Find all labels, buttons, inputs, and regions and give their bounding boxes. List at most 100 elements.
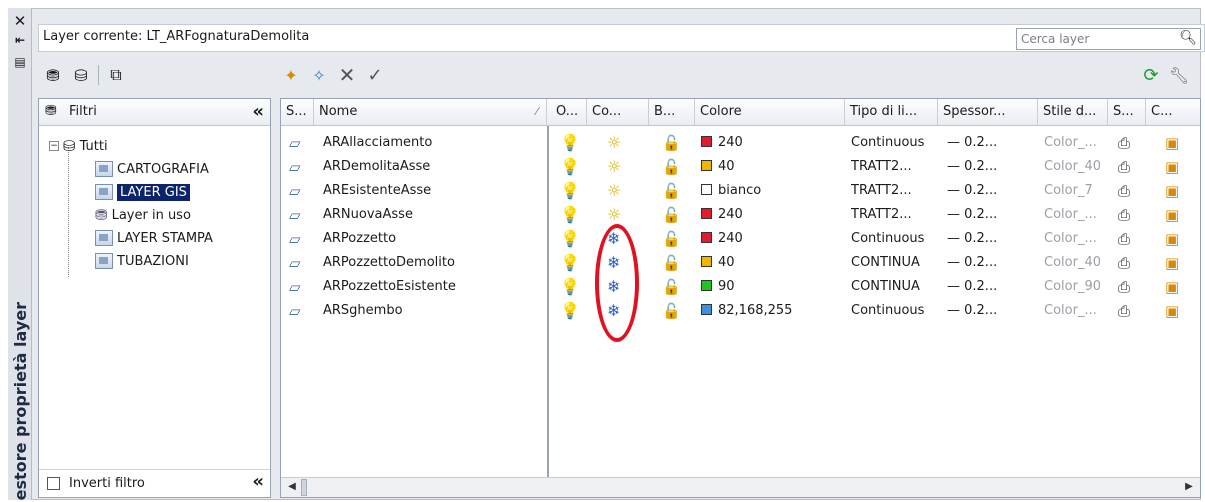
col-header-lineweight[interactable]: Spessor...	[938, 99, 1038, 126]
layer-plotstyle[interactable]: Color_...	[1044, 203, 1106, 227]
layer-row[interactable]: ▱ ARPozzettoEsistente 💡 ❄ 🔓 90 CONTINUA — 0.2..…	[281, 275, 1200, 299]
layer-plotstyle[interactable]: Color_90	[1044, 275, 1106, 299]
settings-icon[interactable]: 🔧︎	[1168, 64, 1190, 86]
unlock-icon[interactable]: 🔓	[662, 155, 684, 179]
filter-node-layer-gis[interactable]: LAYER GIS	[95, 182, 190, 202]
unlock-icon[interactable]: 🔓	[662, 275, 684, 299]
new-vp-freeze-icon[interactable]: ▣	[1165, 155, 1187, 179]
col-header-freeze[interactable]: Co...	[587, 99, 649, 126]
col-header-newvp[interactable]: C...	[1146, 99, 1200, 126]
layer-name[interactable]: ARPozzettoEsistente	[323, 275, 543, 299]
plot-icon[interactable]: ⎙	[1118, 299, 1140, 323]
plot-icon[interactable]: ⎙	[1118, 155, 1140, 179]
invert-filter-checkbox[interactable]	[47, 477, 60, 490]
layer-lineweight[interactable]: — 0.2...	[947, 299, 1035, 323]
autohide-icon[interactable]: ⇤	[11, 34, 29, 46]
layer-plotstyle[interactable]: Color_...	[1044, 131, 1106, 155]
layer-on-icon[interactable]: 💡	[560, 227, 580, 251]
layer-on-icon[interactable]: 💡	[560, 275, 580, 299]
new-property-filter-icon[interactable]: ⛃	[42, 64, 64, 86]
layer-name[interactable]: AREsistenteAsse	[323, 179, 543, 203]
layer-plotstyle[interactable]: Color_...	[1044, 299, 1106, 323]
layer-plotstyle[interactable]: Color_40	[1044, 155, 1106, 179]
layer-linetype[interactable]: TRATT2...	[851, 155, 937, 179]
layer-lineweight[interactable]: — 0.2...	[947, 275, 1035, 299]
new-layer-icon[interactable]: ✦	[280, 64, 302, 86]
layer-on-icon[interactable]: 💡	[560, 203, 580, 227]
col-header-on[interactable]: O...	[551, 99, 587, 126]
layer-name[interactable]: ARAllacciamento	[323, 131, 543, 155]
search-icon[interactable]: 🔍︎	[1179, 30, 1197, 46]
layer-color[interactable]: 240	[701, 203, 841, 227]
set-current-icon[interactable]: ✓	[364, 64, 386, 86]
properties-icon[interactable]: ▤	[11, 56, 29, 68]
new-vp-freeze-icon[interactable]: ▣	[1165, 179, 1187, 203]
plot-icon[interactable]: ⎙	[1118, 179, 1140, 203]
layer-linetype[interactable]: Continuous	[851, 299, 937, 323]
horizontal-scrollbar[interactable]: ◀ ▶	[281, 477, 1200, 497]
new-vp-freeze-icon[interactable]: ▣	[1165, 299, 1187, 323]
col-header-linetype[interactable]: Tipo di li...	[845, 99, 938, 126]
filter-node-cartografia[interactable]: CARTOGRAFIA	[95, 159, 209, 179]
layer-linetype[interactable]: TRATT2...	[851, 203, 937, 227]
layer-lineweight[interactable]: — 0.2...	[947, 227, 1035, 251]
layer-lineweight[interactable]: — 0.2...	[947, 203, 1035, 227]
filter-node-all[interactable]: − ⛁ Tutti	[49, 136, 108, 156]
layer-name[interactable]: ARNuovaAsse	[323, 203, 543, 227]
scroll-right-icon[interactable]: ▶	[1180, 479, 1198, 496]
layer-color[interactable]: 40	[701, 155, 841, 179]
layer-name[interactable]: ARSghembo	[323, 299, 543, 323]
layer-on-icon[interactable]: 💡	[560, 155, 580, 179]
col-header-color[interactable]: Colore	[695, 99, 845, 126]
layer-color[interactable]: 240	[701, 131, 841, 155]
filter-node-layer-stampa[interactable]: LAYER STAMPA	[95, 228, 213, 248]
layer-plotstyle[interactable]: Color_7	[1044, 179, 1106, 203]
col-header-lock[interactable]: B...	[649, 99, 695, 126]
plot-icon[interactable]: ⎙	[1118, 203, 1140, 227]
palette-title-bar[interactable]: ✕ ⇤ ▤ estore proprietà layer	[8, 8, 32, 500]
layer-name[interactable]: ARDemolitaAsse	[323, 155, 543, 179]
layer-on-icon[interactable]: 💡	[560, 179, 580, 203]
unlock-icon[interactable]: 🔓	[662, 299, 684, 323]
unlock-icon[interactable]: 🔓	[662, 203, 684, 227]
layer-row[interactable]: ▱ ARDemolitaAsse 💡 ☼ 🔓 40 TRATT2... — 0.2... Col…	[281, 155, 1200, 179]
layer-color[interactable]: bianco	[701, 179, 841, 203]
new-vp-freeze-icon[interactable]: ▣	[1165, 275, 1187, 299]
new-vp-freeze-icon[interactable]: ▣	[1165, 131, 1187, 155]
layer-row[interactable]: ▱ AREsistenteAsse 💡 ☼ 🔓 bianco TRATT2... — 0.2.…	[281, 179, 1200, 203]
layer-lineweight[interactable]: — 0.2...	[947, 179, 1035, 203]
layer-name[interactable]: ARPozzetto	[323, 227, 543, 251]
layer-on-icon[interactable]: 💡	[560, 299, 580, 323]
new-layer-vp-frozen-icon[interactable]: ✧	[308, 64, 330, 86]
layer-name[interactable]: ARPozzettoDemolito	[323, 251, 543, 275]
layer-color[interactable]: 40	[701, 251, 841, 275]
layer-linetype[interactable]: CONTINUA	[851, 275, 937, 299]
layer-on-icon[interactable]: 💡	[560, 131, 580, 155]
unlock-icon[interactable]: 🔓	[662, 131, 684, 155]
layer-linetype[interactable]: CONTINUA	[851, 251, 937, 275]
layer-row[interactable]: ▱ ARPozzetto 💡 ❄ 🔓 240 Continuous — 0.2... Color…	[281, 227, 1200, 251]
layer-linetype[interactable]: Continuous	[851, 227, 937, 251]
refresh-icon[interactable]: ⟳	[1140, 64, 1162, 86]
layer-color[interactable]: 90	[701, 275, 841, 299]
layer-linetype[interactable]: TRATT2...	[851, 179, 937, 203]
layer-row[interactable]: ▱ ARNuovaAsse 💡 ☼ 🔓 240 TRATT2... — 0.2... Color…	[281, 203, 1200, 227]
layer-plotstyle[interactable]: Color_...	[1044, 227, 1106, 251]
new-vp-freeze-icon[interactable]: ▣	[1165, 227, 1187, 251]
close-icon[interactable]: ✕	[11, 14, 29, 29]
search-layer-input[interactable]: Cerca layer 🔍︎	[1016, 28, 1201, 50]
layer-lineweight[interactable]: — 0.2...	[947, 251, 1035, 275]
new-vp-freeze-icon[interactable]: ▣	[1165, 251, 1187, 275]
layer-plotstyle[interactable]: Color_40	[1044, 251, 1106, 275]
layer-row[interactable]: ▱ ARSghembo 💡 ❄ 🔓 82,168,255 Continuous — 0.2..…	[281, 299, 1200, 323]
col-header-status[interactable]: S...	[281, 99, 314, 126]
scroll-left-icon[interactable]: ◀	[283, 479, 301, 496]
filter-node-tubazioni[interactable]: TUBAZIONI	[95, 251, 189, 271]
layer-lineweight[interactable]: — 0.2...	[947, 131, 1035, 155]
layer-row[interactable]: ▱ ARPozzettoDemolito 💡 ❄ 🔓 40 CONTINUA — 0.2...…	[281, 251, 1200, 275]
tree-collapse-icon[interactable]: −	[49, 141, 59, 151]
col-header-name[interactable]: Nome ⁄	[314, 99, 547, 126]
layer-color[interactable]: 240	[701, 227, 841, 251]
unlock-icon[interactable]: 🔓	[662, 251, 684, 275]
new-vp-freeze-icon[interactable]: ▣	[1165, 203, 1187, 227]
